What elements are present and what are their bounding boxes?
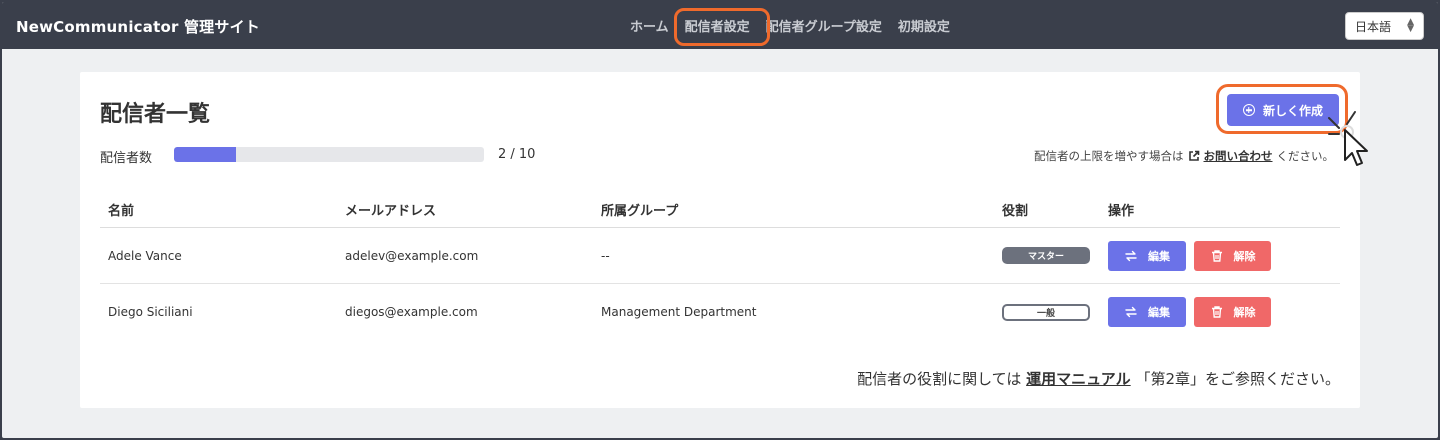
app-frame: NewCommunicator 管理サイト ホーム 配信者設定 配信者グループ設… bbox=[2, 2, 1438, 438]
delete-button-label: 解除 bbox=[1233, 250, 1256, 263]
distributor-count-progress bbox=[174, 147, 484, 162]
manual-note-suffix: 「第2章」をご参照ください。 bbox=[1135, 370, 1340, 388]
nav-initial-settings[interactable]: 初期設定 bbox=[890, 16, 958, 35]
contact-link[interactable]: お問い合わせ bbox=[1204, 148, 1273, 164]
language-select-value: 日本語 bbox=[1355, 19, 1392, 34]
manual-note-prefix: 配信者の役割に関しては bbox=[857, 370, 1022, 388]
nav-home[interactable]: ホーム bbox=[622, 16, 677, 35]
top-header: NewCommunicator 管理サイト ホーム 配信者設定 配信者グループ設… bbox=[2, 2, 1438, 49]
distributor-list-card: 配信者一覧 新しく作成 配信者数 2 / 10 配信者の上限を増やす場合は お問… bbox=[80, 72, 1368, 408]
distributor-table: 名前 メールアドレス 所属グループ 役割 操作 Adele Vance adel… bbox=[100, 192, 1340, 340]
table-row: Adele Vance adelev@example.com -- マスター 編… bbox=[100, 228, 1340, 284]
row-name: Diego Siciliani bbox=[108, 305, 193, 319]
limit-note-prefix: 配信者の上限を増やす場合は bbox=[1034, 149, 1184, 163]
row-group: -- bbox=[601, 248, 610, 263]
edit-button-label: 編集 bbox=[1148, 250, 1170, 263]
table-header: 名前 メールアドレス 所属グループ 役割 操作 bbox=[100, 192, 1340, 228]
brand-title: NewCommunicator 管理サイト bbox=[16, 18, 260, 36]
main-nav: ホーム 配信者設定 配信者グループ設定 初期設定 bbox=[622, 2, 958, 49]
edit-button[interactable]: 編集 bbox=[1108, 240, 1186, 271]
header-role: 役割 bbox=[1002, 204, 1029, 219]
page-title: 配信者一覧 bbox=[100, 102, 211, 127]
header-name: 名前 bbox=[108, 204, 135, 219]
manual-reference-note: 配信者の役割に関しては 運用マニュアル 「第2章」をご参照ください。 bbox=[857, 368, 1340, 389]
role-badge-cell: 一般 bbox=[1002, 303, 1090, 321]
row-email: adelev@example.com bbox=[345, 248, 479, 263]
row-email: diegos@example.com bbox=[345, 305, 478, 319]
nav-distributor-group-settings[interactable]: 配信者グループ設定 bbox=[758, 16, 890, 35]
create-new-button[interactable]: 新しく作成 bbox=[1227, 94, 1339, 126]
trash-icon bbox=[1211, 306, 1222, 318]
row-actions: 編集 解除 bbox=[1108, 240, 1271, 271]
header-email: メールアドレス bbox=[345, 204, 437, 219]
distributor-count-label: 配信者数 bbox=[100, 151, 153, 166]
progress-fill bbox=[174, 147, 236, 162]
language-select[interactable]: 日本語 ▲ ▼ bbox=[1345, 12, 1424, 40]
distributor-count-value: 2 / 10 bbox=[498, 147, 536, 162]
chevron-updown-icon: ▲ ▼ bbox=[1407, 17, 1414, 34]
header-actions: 操作 bbox=[1108, 204, 1135, 219]
role-badge: 一般 bbox=[1002, 303, 1090, 321]
edit-button-label: 編集 bbox=[1148, 307, 1170, 319]
row-group: Management Department bbox=[601, 305, 757, 319]
role-badge: マスター bbox=[1002, 247, 1090, 264]
manual-link[interactable]: 運用マニュアル bbox=[1026, 370, 1131, 388]
nav-highlight-annotation bbox=[674, 8, 770, 46]
trash-icon bbox=[1211, 249, 1222, 262]
limit-note-suffix: ください。 bbox=[1276, 149, 1335, 163]
external-link-icon bbox=[1188, 150, 1199, 161]
row-actions: 編集 解除 bbox=[1108, 297, 1271, 327]
delete-button[interactable]: 解除 bbox=[1194, 240, 1271, 271]
limit-note: 配信者の上限を増やす場合は お問い合わせ ください。 bbox=[1034, 148, 1334, 164]
edit-button[interactable]: 編集 bbox=[1108, 297, 1186, 327]
delete-button[interactable]: 解除 bbox=[1194, 297, 1271, 327]
table-row: Diego Siciliani diegos@example.com Manag… bbox=[100, 284, 1340, 340]
create-new-button-label: 新しく作成 bbox=[1262, 103, 1323, 118]
role-badge-cell: マスター bbox=[1002, 247, 1090, 264]
row-name: Adele Vance bbox=[108, 248, 182, 263]
sync-icon bbox=[1125, 306, 1137, 318]
sync-icon bbox=[1125, 250, 1137, 261]
header-group: 所属グループ bbox=[601, 204, 679, 219]
delete-button-label: 解除 bbox=[1233, 307, 1256, 319]
plus-circle-icon bbox=[1242, 104, 1255, 116]
